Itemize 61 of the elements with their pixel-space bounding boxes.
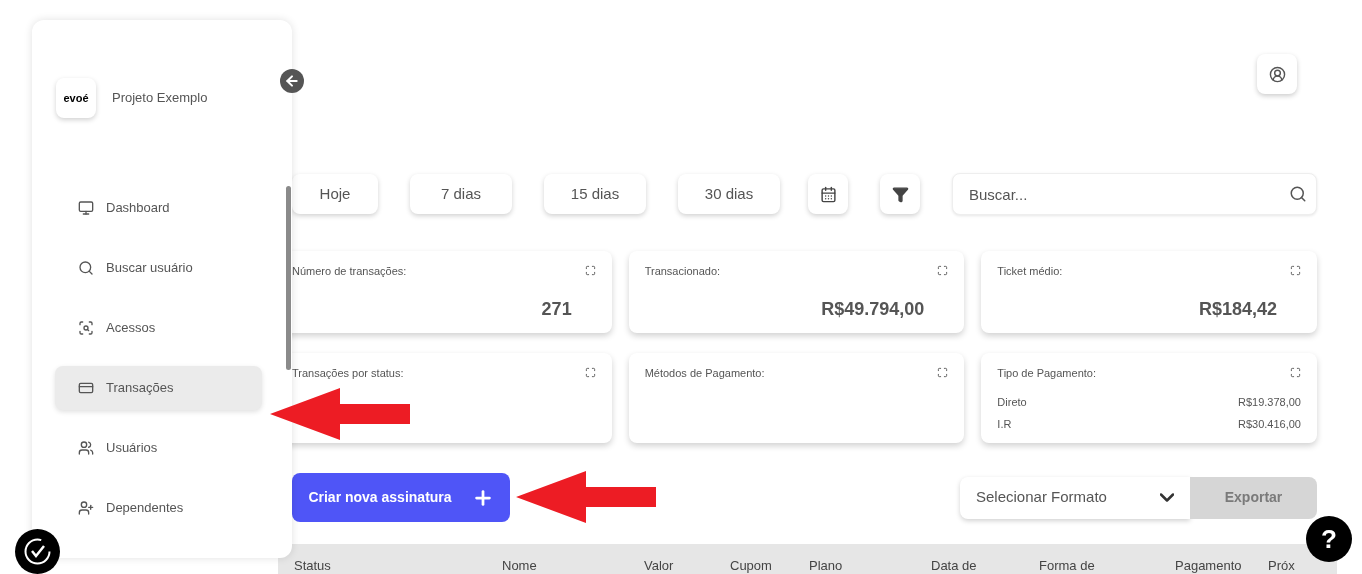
nav-item[interactable]: Buscar usuário [55, 246, 262, 290]
badge-icon[interactable] [15, 529, 60, 574]
payment-type-label: Direto [997, 394, 1027, 410]
calendar-icon [819, 185, 837, 203]
user-plus-icon [78, 500, 94, 516]
date-filter-button[interactable]: Hoje [292, 174, 378, 214]
calendar-button[interactable] [808, 174, 848, 214]
format-select[interactable]: Selecionar Formato [960, 476, 1190, 519]
date-filter-button[interactable]: 7 dias [410, 174, 512, 214]
expand-icon[interactable] [584, 265, 596, 276]
expand-icon[interactable] [937, 367, 949, 378]
column-header[interactable]: Forma de [1039, 556, 1095, 574]
expand-icon[interactable] [584, 367, 596, 378]
card-icon [78, 380, 94, 396]
monitor-icon [78, 200, 94, 216]
column-header[interactable]: Próx [1268, 556, 1295, 574]
card-title: Transações por status: [292, 366, 404, 381]
nav-item[interactable]: Dashboard [55, 186, 262, 230]
card-title: Métodos de Pagamento: [644, 366, 765, 381]
chart-search-icon [78, 320, 94, 336]
help-button[interactable]: ? [1306, 516, 1352, 562]
project-name: Projeto Exemplo [112, 89, 208, 108]
filter-icon [891, 185, 909, 203]
card-value: R$49.794,00 [821, 297, 925, 321]
nav-item[interactable]: Dependentes [55, 486, 262, 530]
payment-type-label: I.R [997, 417, 1012, 432]
profile-button[interactable] [1257, 54, 1297, 94]
collapse-button[interactable] [280, 69, 304, 93]
column-header[interactable]: Cupom [730, 556, 772, 574]
column-header[interactable]: Status [294, 556, 331, 574]
users-icon [78, 440, 94, 456]
column-header[interactable]: Valor [644, 556, 674, 574]
card-title: Transacionado: [644, 264, 721, 279]
back-icon [284, 73, 300, 89]
search-icon [78, 260, 94, 276]
create-subscription-button[interactable]: Criar nova assinatura [292, 473, 510, 522]
nav-item[interactable]: Usuários [55, 426, 262, 470]
payment-type-value: R$19.378,00 [1238, 394, 1301, 410]
column-header[interactable]: Data de [931, 556, 977, 574]
card-title: Ticket médio: [997, 264, 1063, 279]
filter-button[interactable] [880, 174, 920, 214]
column-header[interactable]: Plano [809, 556, 843, 574]
logo: evoé [56, 78, 96, 118]
card-title: Número de transações: [292, 264, 407, 279]
search-icon[interactable] [1289, 185, 1307, 203]
search-field[interactable]: Buscar... [952, 173, 1317, 215]
card-value: R$184,42 [1198, 297, 1277, 321]
nav-item[interactable]: Transações [55, 366, 262, 410]
card-value: 271 [541, 297, 572, 321]
expand-icon[interactable] [1290, 367, 1301, 378]
user-icon [1268, 65, 1286, 83]
expand-icon[interactable] [937, 265, 949, 276]
date-filter-button[interactable]: 15 dias [544, 174, 646, 214]
chevron-down-icon [1160, 493, 1174, 502]
nav-item[interactable]: Acessos [55, 306, 262, 350]
payment-type-value: R$30.416,00 [1238, 417, 1301, 432]
column-header[interactable]: Pagamento [1175, 556, 1242, 574]
expand-icon[interactable] [1290, 265, 1301, 276]
card-title: Tipo de Pagamento: [997, 366, 1096, 381]
column-header[interactable]: Nome [502, 556, 537, 574]
date-filter-button[interactable]: 30 dias [678, 174, 780, 214]
